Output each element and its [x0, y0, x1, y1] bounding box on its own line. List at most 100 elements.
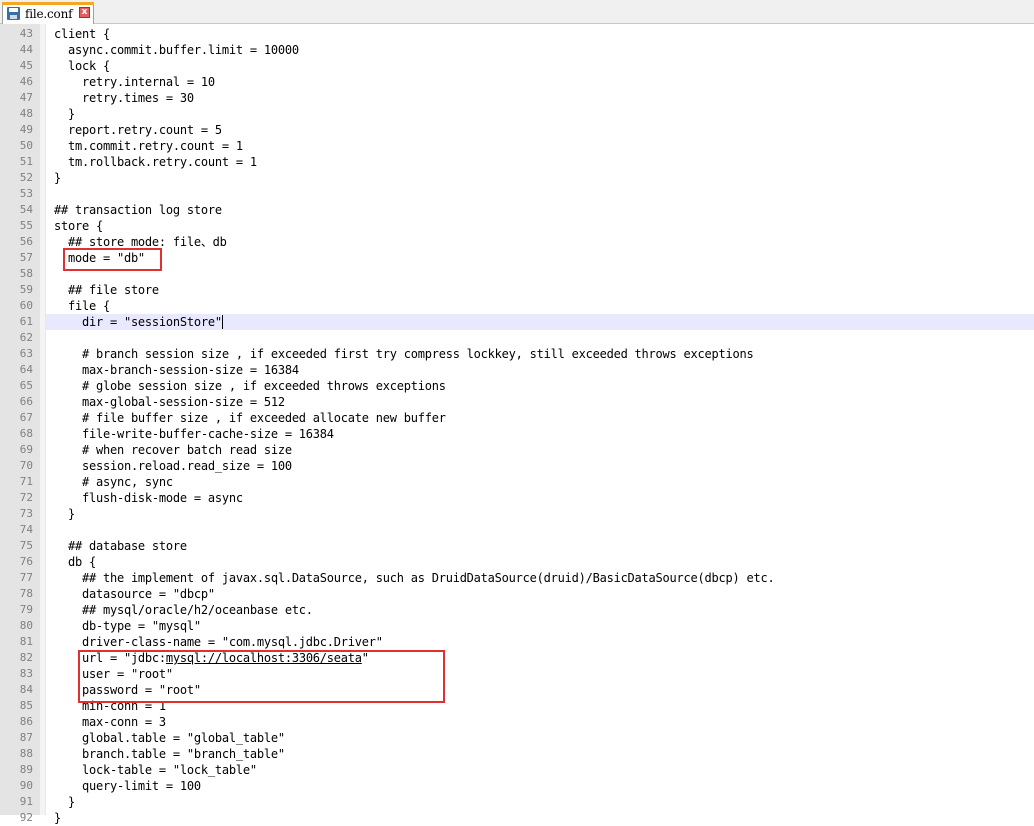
code-editor[interactable]: 43 client {44 async.commit.buffer.limit =… [0, 24, 1034, 825]
line-number: 85 [19, 699, 33, 712]
code-line[interactable]: 89 lock-table = "lock_table" [0, 762, 1034, 778]
line-content: branch.table = "branch_table" [54, 747, 285, 761]
line-content: max-branch-session-size = 16384 [54, 363, 299, 377]
code-line[interactable]: 53 [0, 186, 1034, 202]
line-content: retry.times = 30 [54, 91, 194, 105]
line-content: } [54, 507, 75, 521]
code-line[interactable]: 43 client { [0, 26, 1034, 42]
line-content: password = "root" [54, 683, 201, 697]
code-line[interactable]: 45 lock { [0, 58, 1034, 74]
line-text: min-conn = 1 [54, 698, 166, 714]
line-content: global.table = "global_table" [54, 731, 285, 745]
line-number: 69 [19, 443, 33, 456]
code-line[interactable]: 66 max-global-session-size = 512 [0, 394, 1034, 410]
code-line[interactable]: 55 store { [0, 218, 1034, 234]
code-line[interactable]: 77 ## the implement of javax.sql.DataSou… [0, 570, 1034, 586]
line-text: mode = "db" [54, 250, 145, 266]
code-line[interactable]: 84 password = "root" [0, 682, 1034, 698]
code-line[interactable]: 92} [0, 810, 1034, 826]
line-content: db-type = "mysql" [54, 619, 201, 633]
code-line[interactable]: 49 report.retry.count = 5 [0, 122, 1034, 138]
code-line[interactable]: 46 retry.internal = 10 [0, 74, 1034, 90]
code-line[interactable]: 61 dir = "sessionStore" [0, 314, 1034, 330]
code-line[interactable]: 63 # branch session size , if exceeded f… [0, 346, 1034, 362]
line-text: file-write-buffer-cache-size = 16384 [54, 426, 334, 442]
code-line[interactable]: 68 file-write-buffer-cache-size = 16384 [0, 426, 1034, 442]
code-line[interactable]: 80 db-type = "mysql" [0, 618, 1034, 634]
line-text: ## mysql/oracle/h2/oceanbase etc. [54, 602, 313, 618]
line-number: 67 [19, 411, 33, 424]
line-text: # globe session size , if exceeded throw… [54, 378, 446, 394]
code-line[interactable]: 62 [0, 330, 1034, 346]
line-number: 71 [19, 475, 33, 488]
code-line[interactable]: 58 [0, 266, 1034, 282]
url-link[interactable]: mysql://localhost:3306/seata [166, 651, 362, 665]
code-line[interactable]: 75 ## database store [0, 538, 1034, 554]
code-line[interactable]: 48 } [0, 106, 1034, 122]
code-line[interactable]: 79 ## mysql/oracle/h2/oceanbase etc. [0, 602, 1034, 618]
code-line[interactable]: 72 flush-disk-mode = async [0, 490, 1034, 506]
line-text: branch.table = "branch_table" [54, 746, 285, 762]
code-line[interactable]: 78 datasource = "dbcp" [0, 586, 1034, 602]
code-line[interactable]: 86 max-conn = 3 [0, 714, 1034, 730]
line-content: ## store mode: file、db [54, 235, 227, 249]
line-text: } [54, 170, 61, 186]
line-content: tm.commit.retry.count = 1 [54, 139, 243, 153]
code-line[interactable]: 69 # when recover batch read size [0, 442, 1034, 458]
code-line[interactable]: 54 ## transaction log store [0, 202, 1034, 218]
line-content: tm.rollback.retry.count = 1 [54, 155, 257, 169]
code-line[interactable]: 60 file { [0, 298, 1034, 314]
line-number: 83 [19, 667, 33, 680]
line-number: 81 [19, 635, 33, 648]
line-content: min-conn = 1 [54, 699, 166, 713]
line-text: ## store mode: file、db [54, 234, 227, 250]
code-line[interactable]: 67 # file buffer size , if exceeded allo… [0, 410, 1034, 426]
line-number: 63 [19, 347, 33, 360]
code-line[interactable]: 50 tm.commit.retry.count = 1 [0, 138, 1034, 154]
line-number: 90 [19, 779, 33, 792]
code-line[interactable]: 51 tm.rollback.retry.count = 1 [0, 154, 1034, 170]
code-line[interactable]: 88 branch.table = "branch_table" [0, 746, 1034, 762]
code-line[interactable]: 56 ## store mode: file、db [0, 234, 1034, 250]
code-line[interactable]: 74 [0, 522, 1034, 538]
code-line[interactable]: 73 } [0, 506, 1034, 522]
code-line[interactable]: 91 } [0, 794, 1034, 810]
line-number: 48 [19, 107, 33, 120]
code-line[interactable]: 82 url = "jdbc:mysql://localhost:3306/se… [0, 650, 1034, 666]
close-icon[interactable]: x [79, 7, 90, 18]
line-number: 77 [19, 571, 33, 584]
line-content: async.commit.buffer.limit = 10000 [54, 43, 299, 57]
line-text: ## file store [54, 282, 159, 298]
code-line[interactable]: 44 async.commit.buffer.limit = 10000 [0, 42, 1034, 58]
line-text: flush-disk-mode = async [54, 490, 243, 506]
line-number: 88 [19, 747, 33, 760]
code-line[interactable]: 47 retry.times = 30 [0, 90, 1034, 106]
code-line[interactable]: 85 min-conn = 1 [0, 698, 1034, 714]
file-tab[interactable]: file.conf x [2, 2, 94, 24]
code-line[interactable]: 70 session.reload.read_size = 100 [0, 458, 1034, 474]
code-line[interactable]: 52} [0, 170, 1034, 186]
line-text: url = "jdbc:mysql://localhost:3306/seata… [54, 650, 369, 666]
line-content: # when recover batch read size [54, 443, 292, 457]
code-line[interactable]: 65 # globe session size , if exceeded th… [0, 378, 1034, 394]
line-text: store { [54, 218, 103, 234]
code-line[interactable]: 57 mode = "db" [0, 250, 1034, 266]
code-line[interactable]: 83 user = "root" [0, 666, 1034, 682]
code-line[interactable]: 59 ## file store [0, 282, 1034, 298]
code-line[interactable]: 64 max-branch-session-size = 16384 [0, 362, 1034, 378]
line-text: } [54, 506, 75, 522]
code-line[interactable]: 71 # async, sync [0, 474, 1034, 490]
line-content: file-write-buffer-cache-size = 16384 [54, 427, 334, 441]
line-number: 66 [19, 395, 33, 408]
line-number: 75 [19, 539, 33, 552]
code-line[interactable]: 90 query-limit = 100 [0, 778, 1034, 794]
code-line[interactable]: 81 driver-class-name = "com.mysql.jdbc.D… [0, 634, 1034, 650]
code-line[interactable]: 87 global.table = "global_table" [0, 730, 1034, 746]
line-content: # async, sync [54, 475, 173, 489]
line-number: 61 [19, 315, 33, 328]
url-suffix: " [361, 651, 369, 665]
line-number: 56 [19, 235, 33, 248]
line-text: ## the implement of javax.sql.DataSource… [54, 570, 775, 586]
code-line[interactable]: 76 db { [0, 554, 1034, 570]
line-number: 57 [19, 251, 33, 264]
